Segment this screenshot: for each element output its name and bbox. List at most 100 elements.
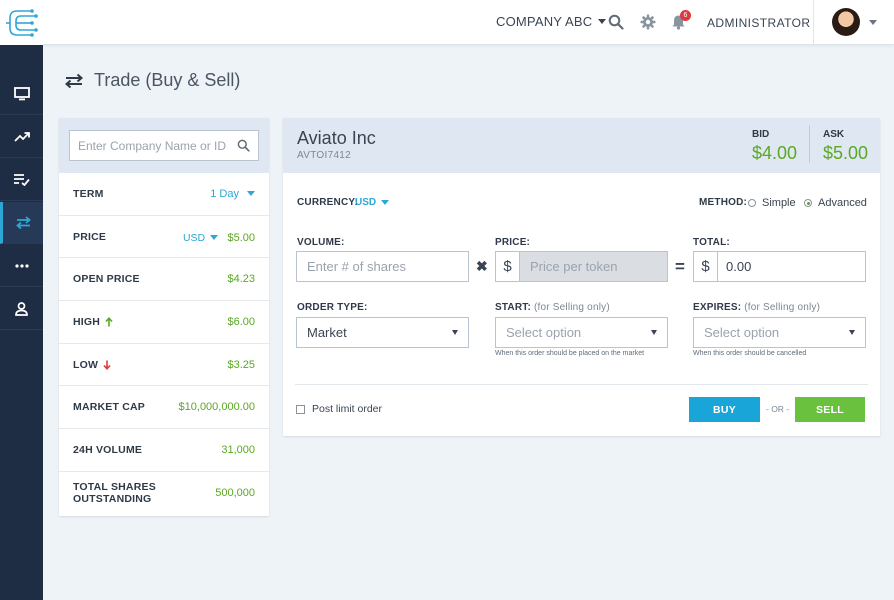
- stat-label: MARKET CAP: [73, 401, 145, 414]
- stat-value: $10,000,000.00: [178, 401, 255, 414]
- sidebar-item-dashboard[interactable]: [0, 73, 43, 115]
- stat-row-high: HIGH $6.00: [59, 301, 269, 344]
- swap-arrows-icon: [15, 216, 31, 229]
- total-value: 0.00: [726, 259, 752, 274]
- radio-button-selected[interactable]: [804, 199, 812, 207]
- buy-button[interactable]: BUY: [689, 397, 760, 422]
- price-currency-select[interactable]: USD: [183, 232, 219, 244]
- sidebar-item-markets[interactable]: [0, 116, 43, 158]
- sidebar-item-trade[interactable]: [0, 202, 43, 244]
- stat-row-24h-volume: 24H VOLUME 31,000: [59, 429, 269, 472]
- company-switcher[interactable]: COMPANY ABC: [496, 14, 607, 29]
- stat-label-wrap: TOTAL SHARES OUTSTANDING: [73, 481, 156, 505]
- start-sublabel: (for Selling only): [534, 302, 610, 313]
- user-icon: [15, 301, 28, 316]
- checklist-icon: [14, 174, 30, 186]
- stat-label: PRICE: [73, 230, 107, 243]
- company-id: AVTOI7412: [297, 150, 352, 161]
- divider: [813, 0, 814, 45]
- gear-icon[interactable]: [639, 13, 657, 31]
- currency-label: CURRENCY:: [297, 197, 359, 208]
- start-hint: When this order should be placed on the …: [495, 350, 645, 357]
- chevron-down-icon[interactable]: [869, 20, 877, 25]
- divider: [295, 384, 868, 385]
- expires-label-wrap: EXPIRES: (for Selling only): [693, 302, 820, 313]
- stat-label-wrap: LOW: [73, 359, 111, 371]
- expires-select[interactable]: Select option: [693, 317, 866, 348]
- total-input[interactable]: $ 0.00: [693, 251, 866, 282]
- page-title-text: Trade (Buy & Sell): [94, 70, 241, 90]
- search-icon[interactable]: [607, 13, 625, 31]
- sell-button[interactable]: SELL: [795, 397, 865, 422]
- start-label-wrap: START: (for Selling only): [495, 302, 610, 313]
- search-field[interactable]: [69, 130, 259, 161]
- post-limit-checkbox[interactable]: [296, 404, 305, 414]
- stat-label: TOTAL SHARES: [73, 481, 156, 494]
- stat-label: OPEN PRICE: [73, 273, 140, 286]
- price-input[interactable]: $ Price per token: [495, 251, 668, 282]
- app-logo[interactable]: [0, 0, 43, 45]
- method-option-advanced[interactable]: Advanced: [804, 197, 867, 209]
- chevron-down-icon: [210, 235, 219, 241]
- swap-arrows-icon: [64, 73, 84, 88]
- price-placeholder: Price per token: [530, 259, 618, 274]
- divider: [809, 125, 810, 163]
- stat-label: OUTSTANDING: [73, 493, 152, 506]
- start-select[interactable]: Select option: [495, 317, 668, 348]
- stat-value: $6.00: [227, 315, 255, 328]
- currency-select[interactable]: USD: [355, 197, 390, 208]
- post-limit-order-option[interactable]: Post limit order: [296, 403, 382, 415]
- notification-badge: 6: [680, 10, 691, 21]
- stat-row-open-price: OPEN PRICE $4.23: [59, 258, 269, 302]
- method-option-label: Advanced: [818, 197, 867, 209]
- expires-label: EXPIRES:: [693, 302, 742, 313]
- volume-input[interactable]: Enter # of shares: [296, 251, 469, 282]
- start-placeholder: Select option: [506, 325, 582, 340]
- order-type-label: ORDER TYPE:: [297, 302, 368, 313]
- company-title: Aviato Inc: [297, 128, 376, 148]
- currency-value: USD: [355, 197, 377, 208]
- expires-hint: When this order should be cancelled: [693, 350, 807, 357]
- chevron-down-icon: [598, 19, 607, 24]
- ask-label: ASK: [823, 129, 845, 140]
- method-option-label: Simple: [762, 197, 796, 209]
- sidebar-item-profile[interactable]: [0, 288, 43, 330]
- stat-row-price: PRICE USD $5.00: [59, 216, 269, 259]
- stat-value: $4.23: [227, 273, 255, 286]
- search-icon[interactable]: [237, 139, 250, 152]
- dollar-prefix: $: [694, 252, 718, 281]
- avatar[interactable]: [832, 8, 860, 36]
- method-option-simple[interactable]: Simple: [748, 197, 796, 209]
- radio-button[interactable]: [748, 199, 756, 207]
- monitor-icon: [13, 86, 30, 100]
- chevron-down-icon: [381, 200, 390, 205]
- chevron-down-icon: [651, 330, 657, 335]
- sidebar-item-orders[interactable]: [0, 159, 43, 201]
- user-name[interactable]: ADMINISTRATOR: [707, 16, 810, 30]
- volume-placeholder: Enter # of shares: [307, 259, 406, 274]
- bid-label: BID: [752, 129, 770, 140]
- sidebar-item-more[interactable]: [0, 245, 43, 287]
- order-type-select[interactable]: Market: [296, 317, 469, 348]
- stat-value: $3.25: [227, 358, 255, 371]
- method-label: METHOD:: [699, 197, 748, 208]
- stat-row-term: TERM 1 Day: [59, 173, 269, 216]
- term-select[interactable]: 1 Day: [210, 188, 255, 200]
- price-label: PRICE:: [495, 237, 531, 248]
- arrow-down-icon: [103, 360, 111, 370]
- stat-label: TERM: [73, 187, 104, 200]
- more-dots-icon: [14, 263, 29, 268]
- stat-value: $5.00: [227, 231, 255, 244]
- company-stats-panel: TERM 1 Day PRICE USD $5.00 OPEN PRICE $4…: [59, 118, 269, 516]
- or-separator: - OR -: [766, 404, 790, 414]
- volume-label: VOLUME:: [297, 237, 345, 248]
- search-input[interactable]: [78, 138, 237, 153]
- stat-label-wrap: HIGH: [73, 316, 113, 328]
- post-limit-label: Post limit order: [312, 403, 383, 415]
- company-name: COMPANY ABC: [496, 14, 593, 29]
- stat-row-total-shares: TOTAL SHARES OUTSTANDING 500,000: [59, 472, 269, 515]
- chevron-down-icon: [452, 330, 458, 335]
- stat-label: HIGH: [73, 315, 101, 328]
- expires-placeholder: Select option: [704, 325, 780, 340]
- search-bar: [59, 118, 269, 173]
